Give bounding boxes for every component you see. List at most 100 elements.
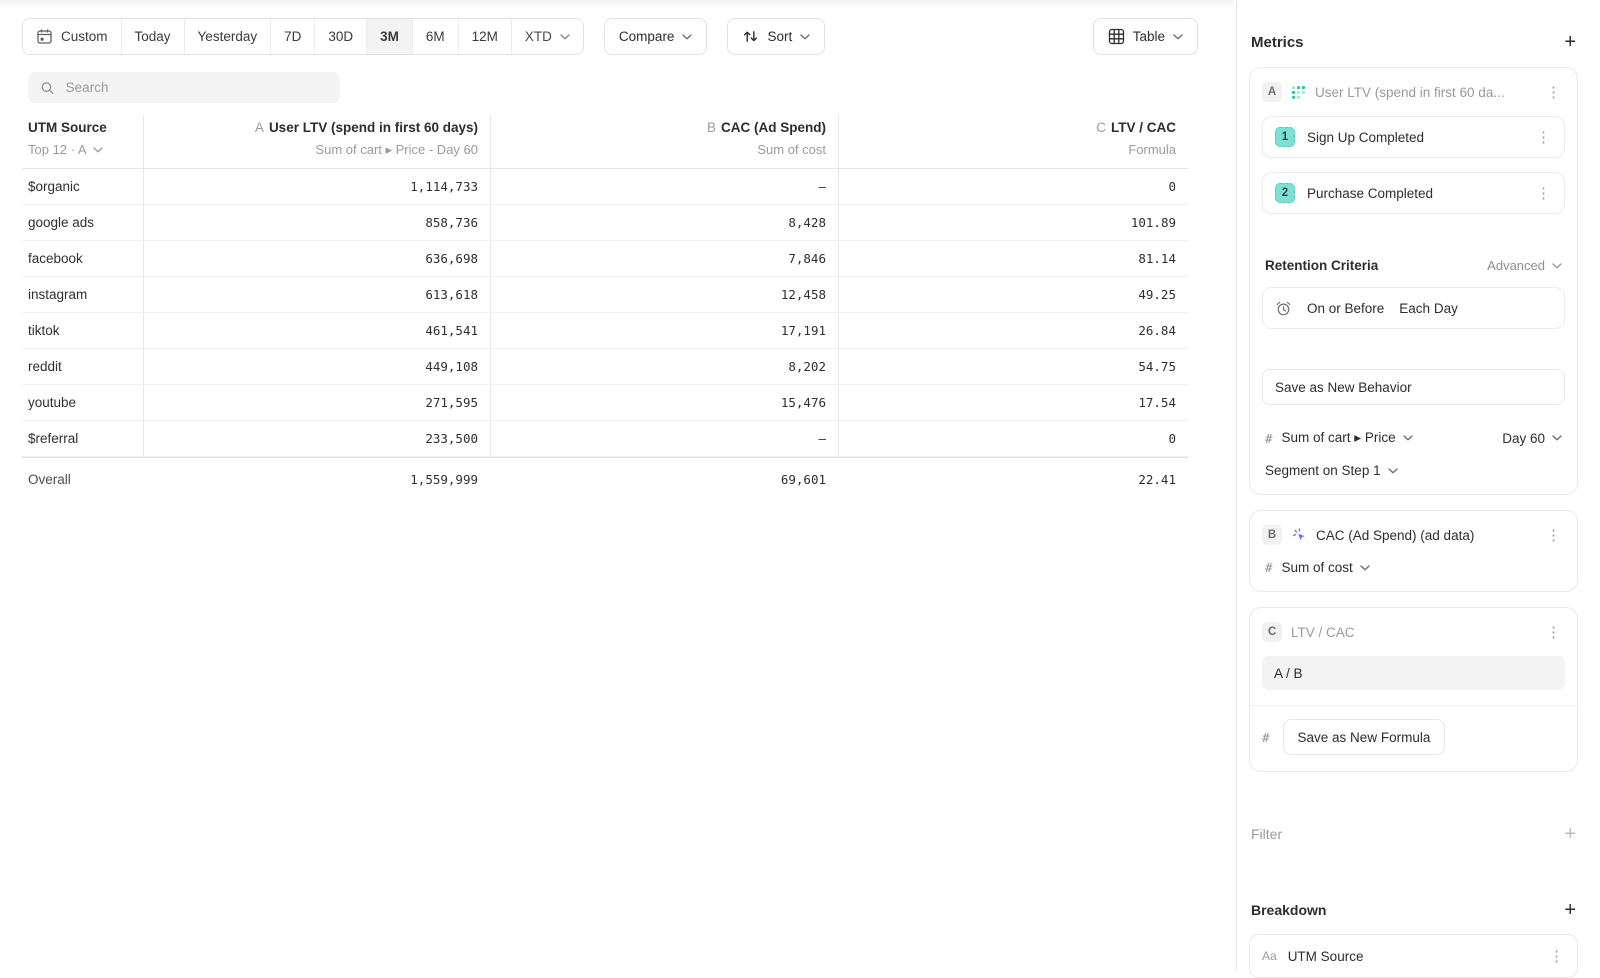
table-row[interactable]: $referral 233,500 – 0 xyxy=(22,421,1188,457)
table-row[interactable]: google ads 858,736 8,428 101.89 xyxy=(22,205,1188,241)
date-range-7d[interactable]: 7D xyxy=(271,19,315,54)
save-as-new-formula-button[interactable]: Save as New Formula xyxy=(1283,719,1446,755)
funnel-step-1[interactable]: 1 Sign Up Completed ⋮ xyxy=(1262,116,1565,158)
metric-a-header[interactable]: A User LTV (spend in first 60 da... ⋮ xyxy=(1262,82,1565,102)
date-range-segmented-control: Custom Today Yesterday 7D 30D 3M 6M 12M … xyxy=(22,18,584,55)
aggregation-property-dropdown[interactable]: Sum of cost xyxy=(1282,560,1370,575)
add-breakdown-button[interactable]: + xyxy=(1564,900,1576,920)
table-header-row: UTM Source Top 12 · A AUser LTV (spend i… xyxy=(22,115,1188,169)
metric-b-title: CAC (Ad Spend) (ad data) xyxy=(1316,528,1534,543)
column-header-a[interactable]: AUser LTV (spend in first 60 days) Sum o… xyxy=(143,115,490,168)
main-content-area: Custom Today Yesterday 7D 30D 3M 6M 12M … xyxy=(0,0,1237,970)
column-subtitle: Sum of cart ▸ Price - Day 60 xyxy=(144,142,478,158)
aggregation-property: Sum of cost xyxy=(1282,560,1353,575)
column-header-b[interactable]: BCAC (Ad Spend) Sum of cost xyxy=(490,115,838,168)
breakdown-section-header: Breakdown + xyxy=(1249,900,1578,920)
formula-input[interactable]: A / B xyxy=(1262,656,1565,690)
search-field[interactable] xyxy=(28,72,340,103)
column-title: User LTV (spend in first 60 days) xyxy=(269,120,478,135)
breakdown-table: UTM Source Top 12 · A AUser LTV (spend i… xyxy=(22,115,1188,501)
breakdown-property-label: UTM Source xyxy=(1288,949,1535,964)
kebab-menu-icon[interactable]: ⋮ xyxy=(1533,130,1555,145)
view-type-button[interactable]: Table xyxy=(1093,18,1198,55)
date-range-yesterday[interactable]: Yesterday xyxy=(185,19,272,54)
compare-button[interactable]: Compare xyxy=(604,18,708,55)
add-filter-button[interactable]: + xyxy=(1564,824,1576,844)
day-window-label: Day 60 xyxy=(1502,431,1545,446)
event-metric-icon xyxy=(1291,527,1307,543)
funnel-step-2[interactable]: 2 Purchase Completed ⋮ xyxy=(1262,172,1565,214)
date-range-custom[interactable]: Custom xyxy=(23,19,122,54)
chevron-down-icon xyxy=(1552,435,1562,441)
date-range-3m-selected[interactable]: 3M xyxy=(367,19,413,54)
chevron-down-icon xyxy=(93,147,103,153)
table-row[interactable]: youtube 271,595 15,476 17.54 xyxy=(22,385,1188,421)
kebab-menu-icon[interactable]: ⋮ xyxy=(1543,625,1565,640)
row-label: google ads xyxy=(22,215,143,230)
table-row[interactable]: $organic 1,114,733 – 0 xyxy=(22,169,1188,205)
cell-value-c: 101.89 xyxy=(838,205,1188,240)
metric-card-b: B CAC (Ad Spend) (ad data) ⋮ # Sum of co… xyxy=(1249,510,1578,592)
search-input[interactable] xyxy=(64,79,328,96)
advanced-dropdown[interactable]: Advanced xyxy=(1487,258,1562,273)
column-subtitle: Formula xyxy=(839,142,1176,157)
column-title: LTV / CAC xyxy=(1111,120,1176,135)
aggregation-row: # Sum of cost xyxy=(1265,560,1562,575)
chevron-down-icon xyxy=(1403,435,1413,441)
date-range-today[interactable]: Today xyxy=(122,19,185,54)
alarm-clock-icon xyxy=(1275,300,1292,317)
save-as-new-behavior-button[interactable]: Save as New Behavior xyxy=(1262,369,1565,405)
retention-metric-icon xyxy=(1291,85,1306,100)
chevron-down-icon xyxy=(800,34,810,40)
table-row[interactable]: instagram 613,618 12,458 49.25 xyxy=(22,277,1188,313)
metric-c-header[interactable]: C LTV / CAC ⋮ xyxy=(1262,622,1565,642)
cell-value-b: – xyxy=(490,169,838,204)
metric-c-title: LTV / CAC xyxy=(1291,625,1534,640)
segment-on-step-dropdown[interactable]: Segment on Step 1 xyxy=(1265,463,1562,478)
metrics-title: Metrics xyxy=(1251,34,1304,51)
date-range-label: 12M xyxy=(472,29,498,44)
date-range-label: 6M xyxy=(426,29,445,44)
row-header-limit-dropdown[interactable]: Top 12 · A xyxy=(28,142,103,157)
aggregation-property-dropdown[interactable]: Sum of cart ▸ Price xyxy=(1282,430,1413,446)
kebab-menu-icon[interactable]: ⋮ xyxy=(1543,85,1565,100)
date-range-label: Yesterday xyxy=(198,29,258,44)
date-range-12m[interactable]: 12M xyxy=(459,19,512,54)
formula-footer: # Save as New Formula xyxy=(1250,705,1577,755)
metric-card-a: A User LTV (spend in first 60 da... ⋮ 1 … xyxy=(1249,67,1578,495)
date-range-label: Today xyxy=(135,29,171,44)
table-row[interactable]: tiktok 461,541 17,191 26.84 xyxy=(22,313,1188,349)
step-event-label: Purchase Completed xyxy=(1307,186,1521,201)
date-range-label: 3M xyxy=(380,29,399,44)
date-range-label: 30D xyxy=(328,29,353,44)
metric-letter-badge: C xyxy=(1262,622,1282,642)
retention-criteria-selector[interactable]: On or Before Each Day xyxy=(1262,287,1565,329)
cell-value-b: 15,476 xyxy=(490,385,838,420)
row-label: $organic xyxy=(22,179,143,194)
overall-value-b: 69,601 xyxy=(490,458,838,501)
day-window-dropdown[interactable]: Day 60 xyxy=(1502,431,1562,446)
filter-section-header: Filter + xyxy=(1249,824,1578,844)
column-header-c[interactable]: CLTV / CAC Formula xyxy=(838,115,1188,168)
add-metric-button[interactable]: + xyxy=(1564,32,1576,52)
cell-value-c: 26.84 xyxy=(838,313,1188,348)
cell-value-a: 449,108 xyxy=(143,349,490,384)
metric-b-header[interactable]: B CAC (Ad Spend) (ad data) ⋮ xyxy=(1262,525,1565,545)
table-row[interactable]: reddit 449,108 8,202 54.75 xyxy=(22,349,1188,385)
numeric-type-icon: # xyxy=(1265,560,1273,575)
table-row[interactable]: facebook 636,698 7,846 81.14 xyxy=(22,241,1188,277)
save-formula-label: Save as New Formula xyxy=(1298,730,1431,745)
date-range-30d[interactable]: 30D xyxy=(315,19,367,54)
table-grid-icon xyxy=(1108,28,1125,45)
kebab-menu-icon[interactable]: ⋮ xyxy=(1543,528,1565,543)
kebab-menu-icon[interactable]: ⋮ xyxy=(1533,186,1555,201)
column-subtitle: Sum of cost xyxy=(491,142,826,157)
breakdown-item-utm-source[interactable]: Aa UTM Source ⋮ xyxy=(1249,934,1578,978)
sort-button[interactable]: Sort xyxy=(727,18,825,55)
date-range-6m[interactable]: 6M xyxy=(413,19,459,54)
overall-label: Overall xyxy=(22,472,143,487)
cell-value-b: 17,191 xyxy=(490,313,838,348)
date-range-xtd[interactable]: XTD xyxy=(512,19,583,54)
kebab-menu-icon[interactable]: ⋮ xyxy=(1546,949,1568,964)
cell-value-a: 613,618 xyxy=(143,277,490,312)
